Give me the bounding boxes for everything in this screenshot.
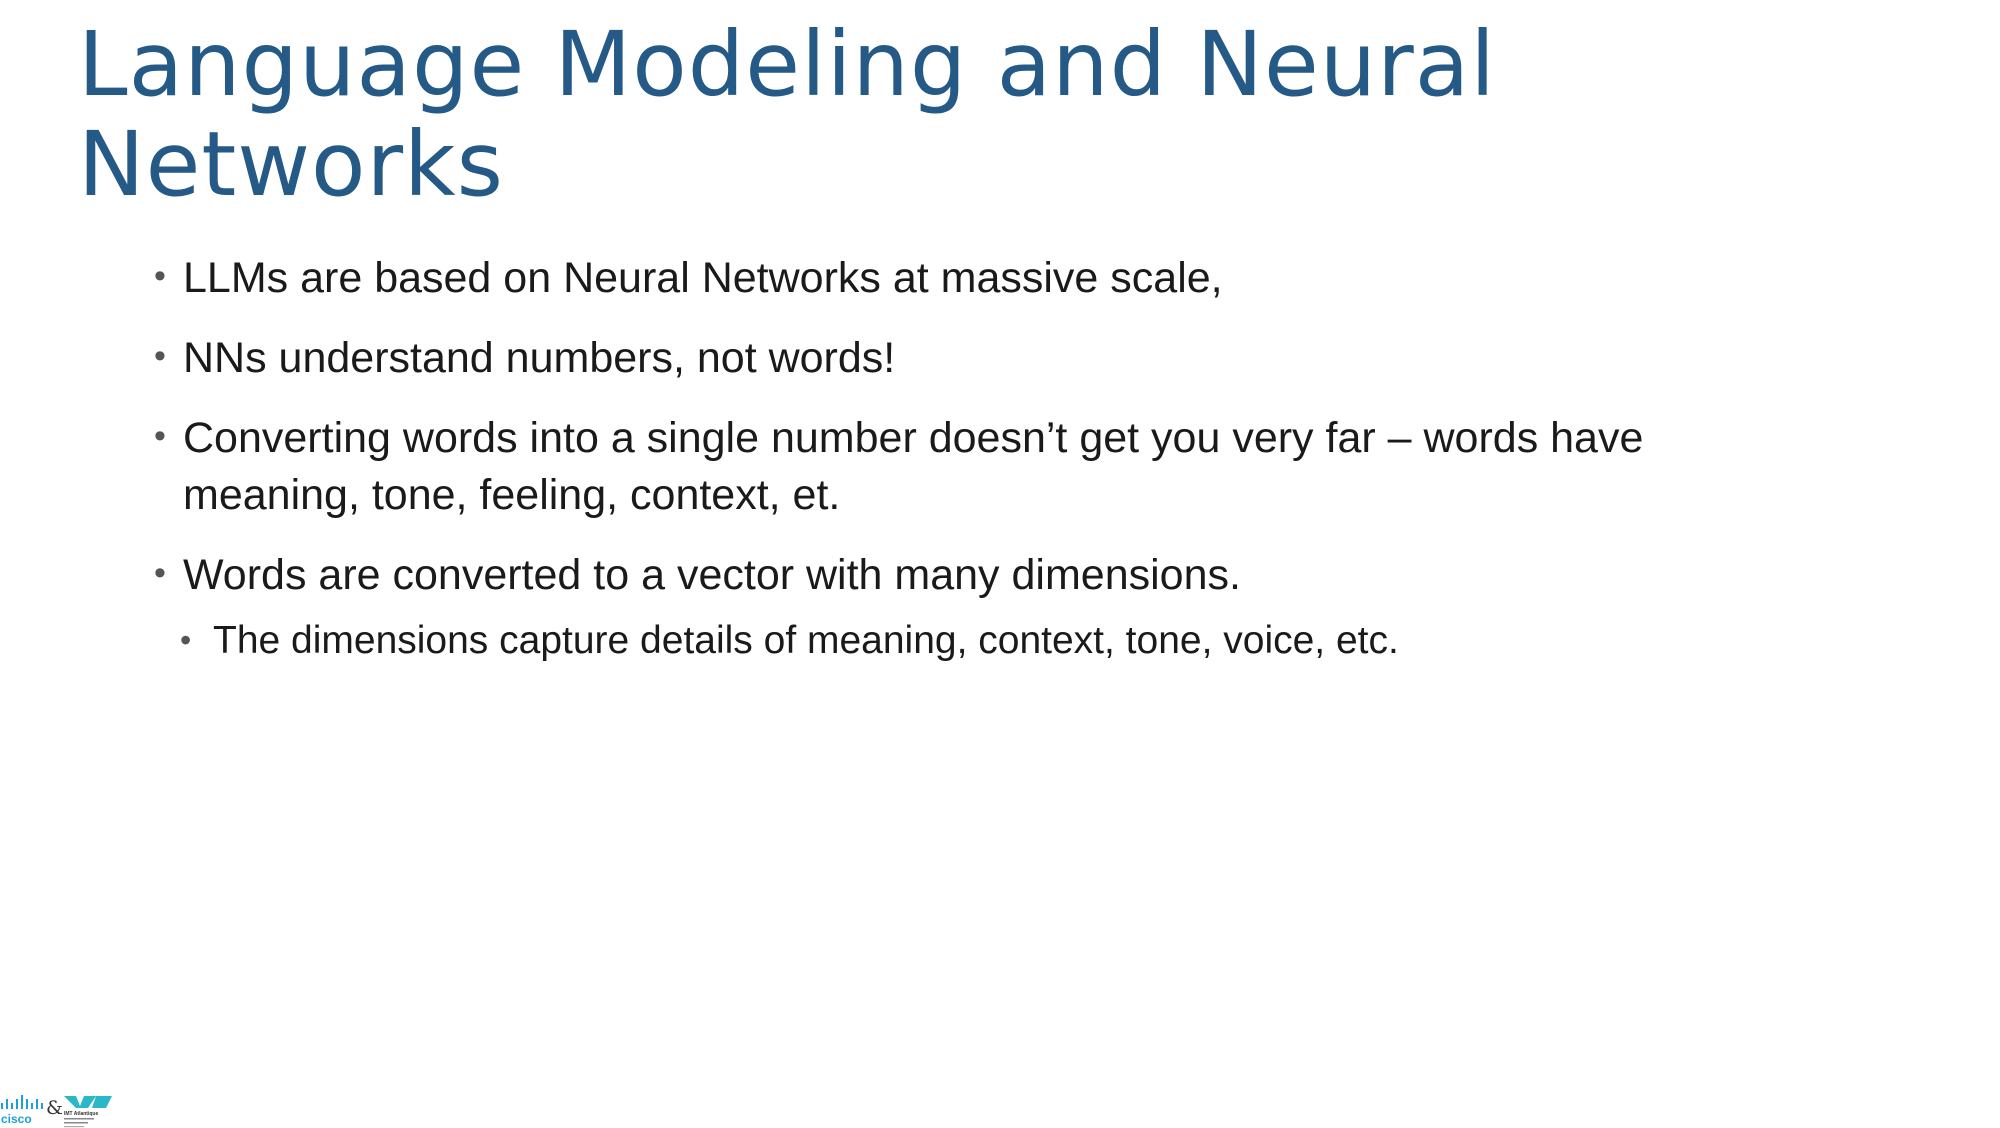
cisco-logo-icon: cisco — [1, 1095, 43, 1126]
bullet-item: LLMs are based on Neural Networks at mas… — [150, 248, 1770, 307]
logo-separator: & — [46, 1097, 63, 1119]
imt-atlantique-logo-icon: IMT Atlantique — [64, 1096, 112, 1128]
imt-logo-text: IMT Atlantique — [64, 1111, 98, 1117]
bullet-item: Words are converted to a vector with man… — [150, 545, 1770, 604]
bullet-item: Converting words into a single number do… — [150, 408, 1770, 524]
footer-logos: cisco & IMT Atlantique — [0, 1094, 120, 1128]
bullet-item: NNs understand numbers, not words! — [150, 328, 1770, 387]
sub-bullet-item: The dimensions capture details of meanin… — [176, 614, 1770, 667]
slide: Language Modeling and Neural Networks LL… — [0, 0, 2000, 1128]
cisco-logo-text: cisco — [1, 1112, 32, 1126]
bullet-list: LLMs are based on Neural Networks at mas… — [150, 248, 1770, 690]
slide-title: Language Modeling and Neural Networks — [78, 12, 1496, 216]
